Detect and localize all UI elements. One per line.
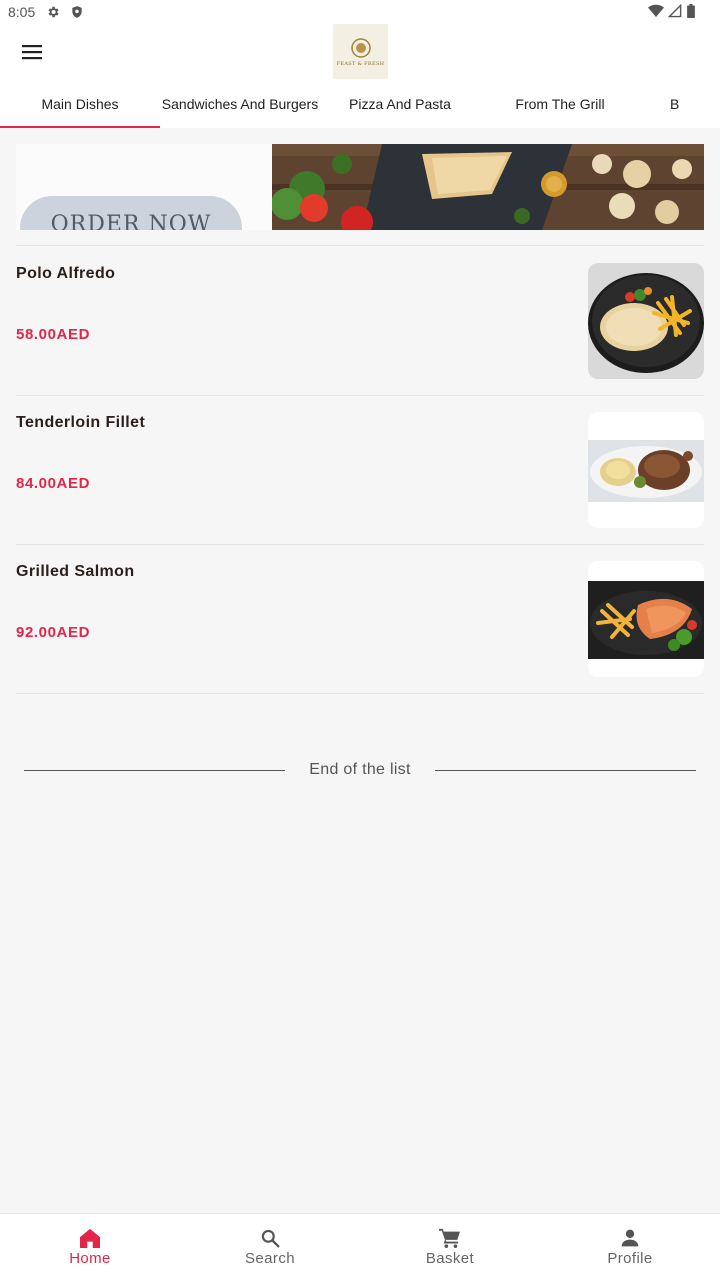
nav-profile-label: Profile [607, 1250, 653, 1267]
menu-item-polo-alfredo[interactable]: Polo Alfredo 58.00AED [16, 246, 704, 395]
banner-order-panel: ORDER NOW [16, 144, 272, 230]
menu-button[interactable] [12, 32, 52, 72]
nav-search-label: Search [245, 1250, 295, 1267]
person-icon [621, 1229, 639, 1247]
nav-basket-label: Basket [425, 1250, 475, 1267]
menu-item-grilled-salmon[interactable]: Grilled Salmon 92.00AED [16, 544, 704, 693]
tab-partial[interactable]: B [640, 80, 720, 128]
item-image [588, 561, 704, 677]
shield-icon [69, 4, 85, 20]
bottom-navigation: Home Search Basket Profile [0, 1213, 720, 1280]
category-tabs: Main Dishes Sandwiches And Burgers Pizza… [0, 80, 720, 128]
item-price: 92.00AED [16, 624, 91, 641]
end-line-left [24, 769, 286, 771]
item-name: Grilled Salmon [16, 563, 135, 580]
end-line-right [434, 769, 697, 771]
banner-food-image [271, 144, 704, 230]
search-icon [261, 1229, 280, 1248]
item-image [588, 412, 704, 528]
cart-icon [439, 1228, 460, 1248]
divider [16, 693, 704, 694]
item-price: 84.00AED [16, 475, 91, 492]
hamburger-menu-icon [22, 45, 42, 60]
status-time: 8:05 [8, 4, 36, 20]
menu-item-tenderloin-fillet[interactable]: Tenderloin Fillet 84.00AED [16, 395, 704, 544]
tab-main-dishes[interactable]: Main Dishes [0, 80, 160, 128]
promo-banner[interactable]: ORDER NOW [16, 144, 704, 230]
tab-sandwiches-and-burgers[interactable]: Sandwiches And Burgers [160, 80, 320, 128]
restaurant-logo: FEAST & FRESH [333, 24, 388, 79]
app-bar: FEAST & FRESH [0, 24, 720, 80]
home-icon [80, 1228, 100, 1248]
signal-icon [667, 3, 682, 21]
end-of-list: End of the list [24, 756, 697, 784]
nav-home[interactable]: Home [0, 1214, 180, 1280]
end-of-list-text: End of the list [309, 761, 411, 778]
item-name: Polo Alfredo [16, 265, 116, 282]
battery-icon [686, 4, 696, 21]
order-now-pill: ORDER NOW [20, 196, 242, 230]
settings-icon [45, 4, 61, 20]
tab-from-the-grill[interactable]: From The Grill [480, 80, 640, 128]
tab-pizza-and-pasta[interactable]: Pizza And Pasta [320, 80, 480, 128]
nav-profile[interactable]: Profile [540, 1214, 720, 1280]
status-bar: 8:05 [0, 0, 720, 24]
item-price: 58.00AED [16, 326, 91, 343]
nav-home-label: Home [69, 1250, 111, 1267]
item-name: Tenderloin Fillet [16, 414, 146, 431]
nav-basket[interactable]: Basket [360, 1214, 540, 1280]
nav-search[interactable]: Search [180, 1214, 360, 1280]
wifi-icon [648, 4, 664, 21]
item-image [588, 263, 704, 379]
